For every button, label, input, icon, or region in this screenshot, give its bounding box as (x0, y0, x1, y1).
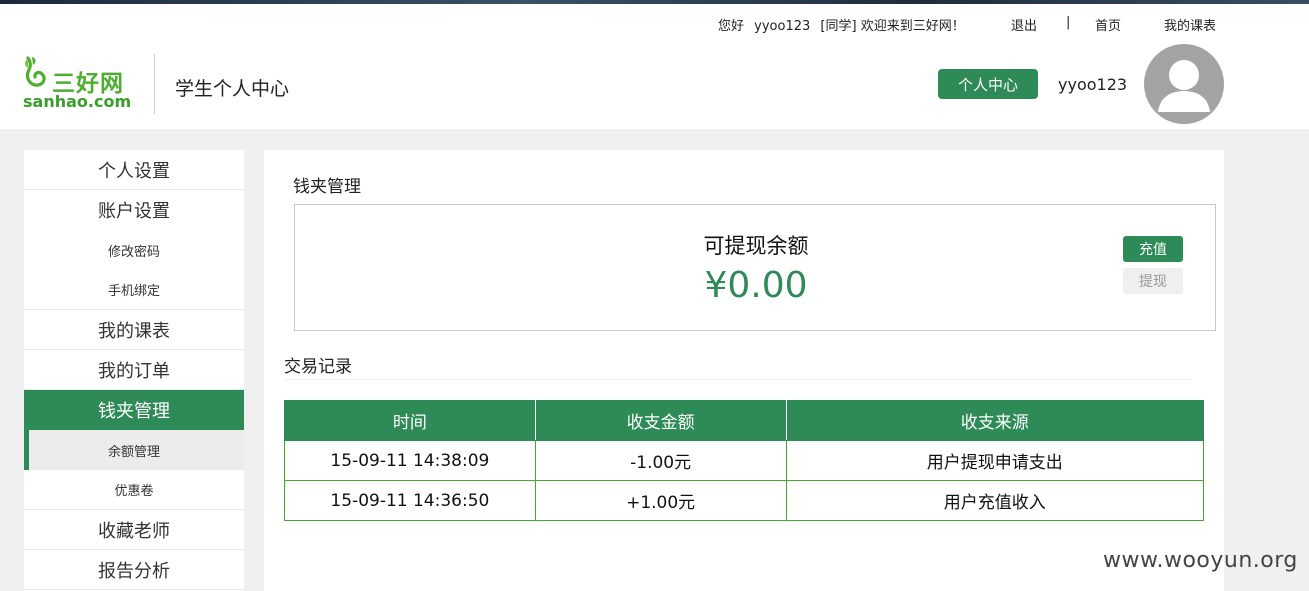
table-header-row: 时间 收支金额 收支来源 (284, 400, 1204, 441)
header-divider (154, 54, 155, 114)
sidebar-item-reports[interactable]: 报告分析 (24, 550, 244, 590)
sidebar-item-my-orders[interactable]: 我的订单 (24, 350, 244, 390)
user-silhouette-icon (1158, 60, 1210, 112)
transactions-divider (284, 379, 1192, 380)
cell-time: 15-09-11 14:36:50 (284, 480, 536, 521)
sidebar-item-wallet[interactable]: 钱夹管理 (24, 390, 244, 430)
avatar[interactable] (1144, 44, 1224, 124)
username-label: yyoo123 (1058, 75, 1128, 94)
balance-label: 可提现余额 (703, 234, 809, 258)
sidebar-item-coupons[interactable]: 优惠卷 (24, 470, 244, 510)
logout-link[interactable]: 退出 (1011, 15, 1037, 34)
recharge-button[interactable]: 充值 (1123, 236, 1183, 262)
personal-center-button[interactable]: 个人中心 (938, 69, 1038, 99)
transactions-table: 时间 收支金额 收支来源 15-09-11 14:38:09 -1.00元 用户… (284, 400, 1204, 521)
withdraw-button[interactable]: 提现 (1123, 268, 1183, 294)
transactions-title: 交易记录 (284, 357, 352, 377)
sidebar-item-my-schedule[interactable]: 我的课表 (24, 310, 244, 350)
watermark-text: www.wooyun.org (1103, 548, 1298, 573)
balance-card: 可提现余额 ¥0.00 充值 提现 (294, 204, 1216, 331)
table-row: 15-09-11 14:36:50 +1.00元 用户充值收入 (284, 480, 1204, 521)
wallet-section-title: 钱夹管理 (293, 177, 361, 197)
home-link[interactable]: 首页 (1095, 15, 1121, 34)
site-logo[interactable]: 三好网 sanhao.com (22, 52, 132, 114)
sidebar-item-personal-settings[interactable]: 个人设置 (24, 150, 244, 190)
page-title: 学生个人中心 (175, 78, 290, 100)
table-row: 15-09-11 14:38:09 -1.00元 用户提现申请支出 (284, 440, 1204, 481)
logo-text-en: sanhao.com (23, 92, 132, 111)
sidebar-item-phone-binding[interactable]: 手机绑定 (24, 270, 244, 310)
greeting-bar: 您好 yyoo123 [同学] 欢迎来到三好网！ (718, 15, 965, 34)
column-header-amount: 收支金额 (534, 400, 787, 441)
greeting-user: yyoo123 (754, 19, 811, 34)
greeting-role: [同学] (820, 19, 857, 34)
sidebar-item-change-password[interactable]: 修改密码 (24, 230, 244, 270)
cell-amount: +1.00元 (534, 480, 787, 521)
column-header-time: 时间 (284, 400, 536, 441)
column-header-source: 收支来源 (785, 400, 1204, 441)
sidebar-item-balance[interactable]: 余额管理 (24, 430, 244, 470)
cell-source: 用户提现申请支出 (785, 440, 1204, 481)
cell-source: 用户充值收入 (785, 480, 1204, 521)
site-header: 您好 yyoo123 [同学] 欢迎来到三好网！ 退出 | 首页 我的课表 三好… (0, 4, 1309, 129)
sidebar-item-account-settings[interactable]: 账户设置 (24, 190, 244, 230)
my-schedule-link[interactable]: 我的课表 (1164, 15, 1216, 34)
balance-amount: ¥0.00 (704, 265, 808, 306)
main-panel: 钱夹管理 可提现余额 ¥0.00 充值 提现 交易记录 时间 收支金额 收支来源… (264, 150, 1224, 591)
sidebar-nav: 个人设置 账户设置 修改密码 手机绑定 我的课表 我的订单 钱夹管理 余额管理 … (24, 150, 244, 591)
cell-amount: -1.00元 (534, 440, 787, 481)
topbar-separator: | (1066, 15, 1071, 30)
cell-time: 15-09-11 14:38:09 (284, 440, 536, 481)
greeting-text: 您好 (718, 19, 745, 34)
greeting-welcome: 欢迎来到三好网！ (860, 19, 965, 34)
sidebar-item-favorite-teachers[interactable]: 收藏老师 (24, 510, 244, 550)
